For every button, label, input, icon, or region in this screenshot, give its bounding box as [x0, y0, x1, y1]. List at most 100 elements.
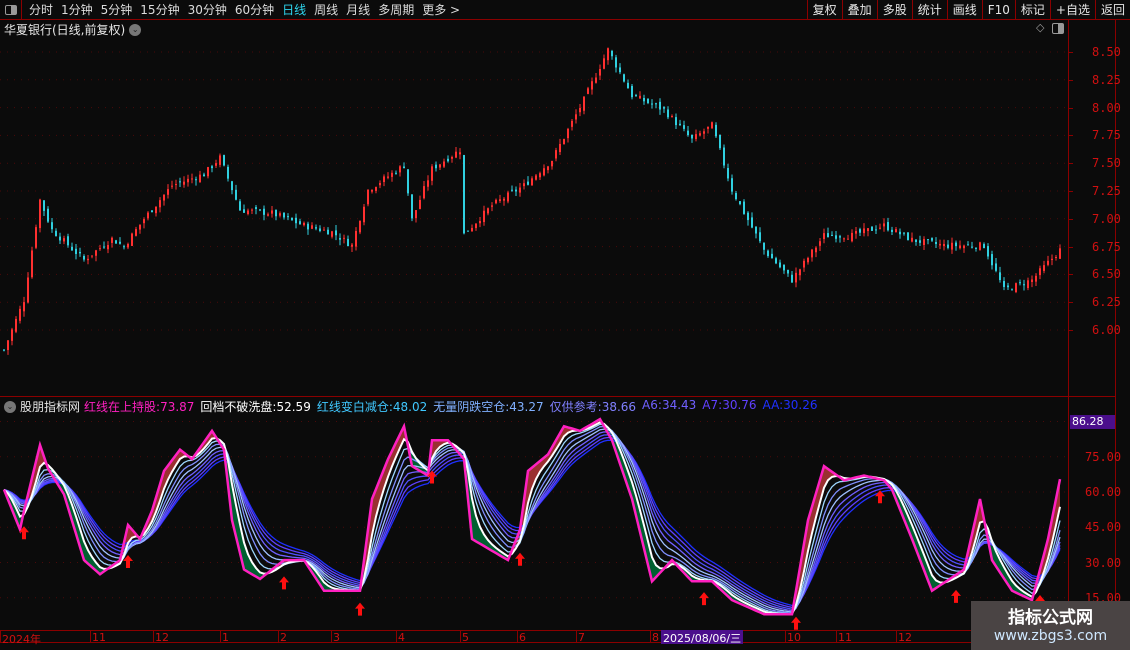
- candle-up: [271, 210, 273, 214]
- candle-down: [619, 67, 621, 73]
- chart-canvas[interactable]: [0, 0, 1068, 650]
- candle-up: [367, 189, 369, 205]
- candle-up: [443, 161, 445, 167]
- candle-up: [567, 128, 569, 139]
- date-axis-label: 11: [838, 631, 852, 644]
- candle-down: [403, 166, 405, 169]
- candle-down: [275, 209, 277, 217]
- candle-down: [655, 103, 657, 105]
- candle-down: [947, 244, 949, 248]
- candle-up: [803, 260, 805, 268]
- candle-down: [903, 232, 905, 234]
- candle-down: [195, 179, 197, 181]
- candle-up: [95, 250, 97, 256]
- candle-down: [631, 85, 633, 98]
- candle-up: [979, 242, 981, 250]
- candle-up: [187, 178, 189, 183]
- candle-up: [547, 166, 549, 171]
- date-tick: [331, 631, 332, 642]
- date-tick: [517, 631, 518, 642]
- candle-up: [27, 277, 29, 303]
- candle-down: [615, 57, 617, 68]
- candle-down: [739, 201, 741, 205]
- candle-up: [1027, 280, 1029, 289]
- indicator-axis-label: 60.00: [1085, 485, 1122, 500]
- candle-down: [927, 239, 929, 241]
- candle-up: [167, 189, 169, 195]
- date-axis-label: 2: [280, 631, 287, 644]
- date-tick: [153, 631, 154, 642]
- candle-down: [119, 241, 121, 244]
- tick: [1068, 52, 1073, 53]
- candle-down: [287, 216, 289, 218]
- candle-up: [35, 227, 37, 248]
- candle-up: [707, 126, 709, 129]
- candle-up: [539, 173, 541, 178]
- candle-up: [111, 237, 113, 243]
- candle-down: [59, 236, 61, 241]
- date-tick: [896, 631, 897, 642]
- candle-down: [835, 235, 837, 239]
- candle-down: [991, 254, 993, 266]
- candle-up: [1047, 260, 1049, 265]
- price-axis-label: 6.25: [1092, 295, 1121, 310]
- price-axis-label: 6.75: [1092, 239, 1121, 254]
- candle-up: [699, 133, 701, 136]
- candle-up: [555, 150, 557, 159]
- candle-down: [115, 240, 117, 244]
- candle-down: [999, 272, 1001, 281]
- candle-up: [423, 186, 425, 199]
- candle-up: [23, 302, 25, 312]
- candle-up: [247, 210, 249, 215]
- candle-down: [1023, 284, 1025, 286]
- tick: [1068, 135, 1073, 137]
- date-cursor-label: 2025/08/06/三: [661, 630, 744, 645]
- candle-up: [39, 199, 41, 229]
- candle-down: [71, 246, 73, 251]
- candle-down: [467, 230, 469, 232]
- candle-down: [239, 201, 241, 211]
- candle-down: [875, 229, 877, 231]
- candle-down: [1011, 289, 1013, 291]
- candle-down: [831, 234, 833, 236]
- candle-down: [679, 123, 681, 126]
- candle-down: [335, 230, 337, 236]
- candle-down: [787, 269, 789, 274]
- candle-down: [743, 201, 745, 214]
- candle-up: [599, 68, 601, 76]
- price-axis-label: 8.00: [1092, 100, 1121, 115]
- candle-down: [915, 239, 917, 242]
- candle-up: [279, 213, 281, 216]
- candle-down: [783, 264, 785, 271]
- candle-up: [379, 182, 381, 186]
- candle-up: [99, 248, 101, 250]
- candle-up: [371, 189, 373, 192]
- buy-arrow-icon: [355, 602, 365, 616]
- date-tick: [220, 631, 221, 642]
- candle-down: [259, 209, 261, 211]
- candle-down: [767, 250, 769, 257]
- candle-up: [895, 229, 897, 233]
- price-axis-label: 6.50: [1092, 267, 1121, 282]
- candle-down: [315, 227, 317, 229]
- candle-down: [731, 178, 733, 192]
- candle-down: [687, 130, 689, 136]
- candle-up: [303, 222, 305, 226]
- candle-up: [91, 255, 93, 257]
- candle-down: [75, 248, 77, 254]
- watermark: 指标公式网 www.zbgs3.com: [971, 601, 1130, 650]
- candle-up: [1015, 283, 1017, 292]
- price-axis-label: 8.25: [1092, 72, 1121, 87]
- axis-divider: [1068, 20, 1069, 630]
- candle-up: [487, 208, 489, 214]
- candle-up: [483, 210, 485, 223]
- indicator-axis-label: 30.00: [1085, 555, 1122, 570]
- toolbar-button[interactable]: 返回: [1094, 0, 1130, 20]
- candle-down: [463, 155, 465, 234]
- candle-up: [31, 250, 33, 278]
- tick: [1068, 246, 1073, 248]
- price-axis-label: 6.00: [1092, 323, 1121, 337]
- candle-up: [199, 174, 201, 183]
- candle-up: [415, 210, 417, 219]
- candle-down: [263, 208, 265, 215]
